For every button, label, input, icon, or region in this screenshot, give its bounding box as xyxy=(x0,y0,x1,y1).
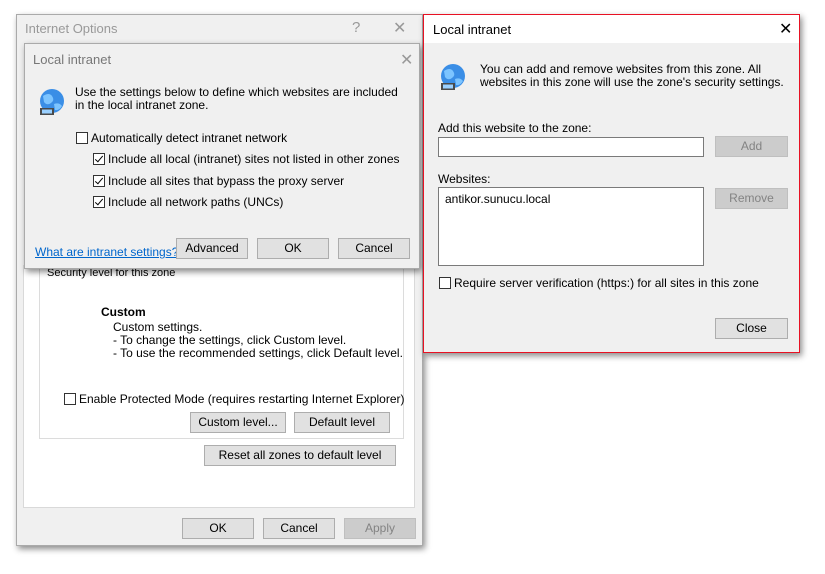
local-intranet-sites-dialog: Local intranet ✕ You can add and remove … xyxy=(423,14,800,353)
local-intranet-intro: Use the settings below to define which w… xyxy=(75,85,398,112)
apply-button[interactable]: Apply xyxy=(344,518,416,539)
custom-line-1: Custom settings. xyxy=(113,320,203,334)
custom-line-3: - To use the recommended settings, click… xyxy=(113,346,403,360)
advanced-button[interactable]: Advanced xyxy=(176,238,248,259)
auto-detect-checkbox[interactable] xyxy=(76,132,88,144)
require-https-checkbox[interactable] xyxy=(439,277,451,289)
reset-all-zones-button[interactable]: Reset all zones to default level xyxy=(204,445,396,466)
require-https-label: Require server verification (https:) for… xyxy=(454,276,759,290)
globe-icon xyxy=(37,86,67,116)
close-icon[interactable]: ✕ xyxy=(779,19,792,39)
list-item[interactable]: antikor.sunucu.local xyxy=(445,192,550,206)
include-local-sites-label: Include all local (intranet) sites not l… xyxy=(108,152,400,166)
add-site-label: Add this website to the zone: xyxy=(438,121,592,135)
include-bypass-proxy-label: Include all sites that bypass the proxy … xyxy=(108,174,345,188)
auto-detect-label: Automatically detect intranet network xyxy=(91,131,288,145)
websites-label: Websites: xyxy=(438,172,491,186)
ok-button[interactable]: OK xyxy=(257,238,329,259)
include-network-paths-checkbox[interactable] xyxy=(93,196,105,208)
custom-title: Custom xyxy=(101,305,146,319)
include-network-paths-label: Include all network paths (UNCs) xyxy=(108,195,284,209)
intranet-settings-link[interactable]: What are intranet settings? xyxy=(35,245,178,259)
add-button[interactable]: Add xyxy=(715,136,788,157)
protected-mode-label: Enable Protected Mode (requires restarti… xyxy=(79,392,405,406)
include-local-sites-checkbox[interactable] xyxy=(93,153,105,165)
websites-list[interactable]: antikor.sunucu.local xyxy=(438,187,704,266)
add-site-input[interactable] xyxy=(438,137,704,157)
default-level-button[interactable]: Default level xyxy=(294,412,390,433)
close-icon[interactable]: ✕ xyxy=(400,50,413,70)
ok-button[interactable]: OK xyxy=(182,518,254,539)
close-button[interactable]: Close xyxy=(715,318,788,339)
local-intranet-dialog-title: Local intranet xyxy=(33,52,112,67)
remove-button[interactable]: Remove xyxy=(715,188,788,209)
local-intranet-dialog: Local intranet ✕ Use the settings below … xyxy=(24,43,420,269)
custom-line-2: - To change the settings, click Custom l… xyxy=(113,333,347,347)
internet-options-title: Internet Options xyxy=(25,21,118,36)
cancel-button[interactable]: Cancel xyxy=(263,518,335,539)
custom-level-button[interactable]: Custom level... xyxy=(190,412,286,433)
include-bypass-proxy-checkbox[interactable] xyxy=(93,175,105,187)
cancel-button[interactable]: Cancel xyxy=(338,238,410,259)
globe-icon xyxy=(438,61,468,91)
protected-mode-checkbox[interactable] xyxy=(64,393,76,405)
help-icon[interactable]: ? xyxy=(352,19,360,36)
sites-intro: You can add and remove websites from thi… xyxy=(480,62,784,89)
sites-dialog-title: Local intranet xyxy=(433,22,512,37)
close-icon[interactable]: ✕ xyxy=(393,18,406,38)
